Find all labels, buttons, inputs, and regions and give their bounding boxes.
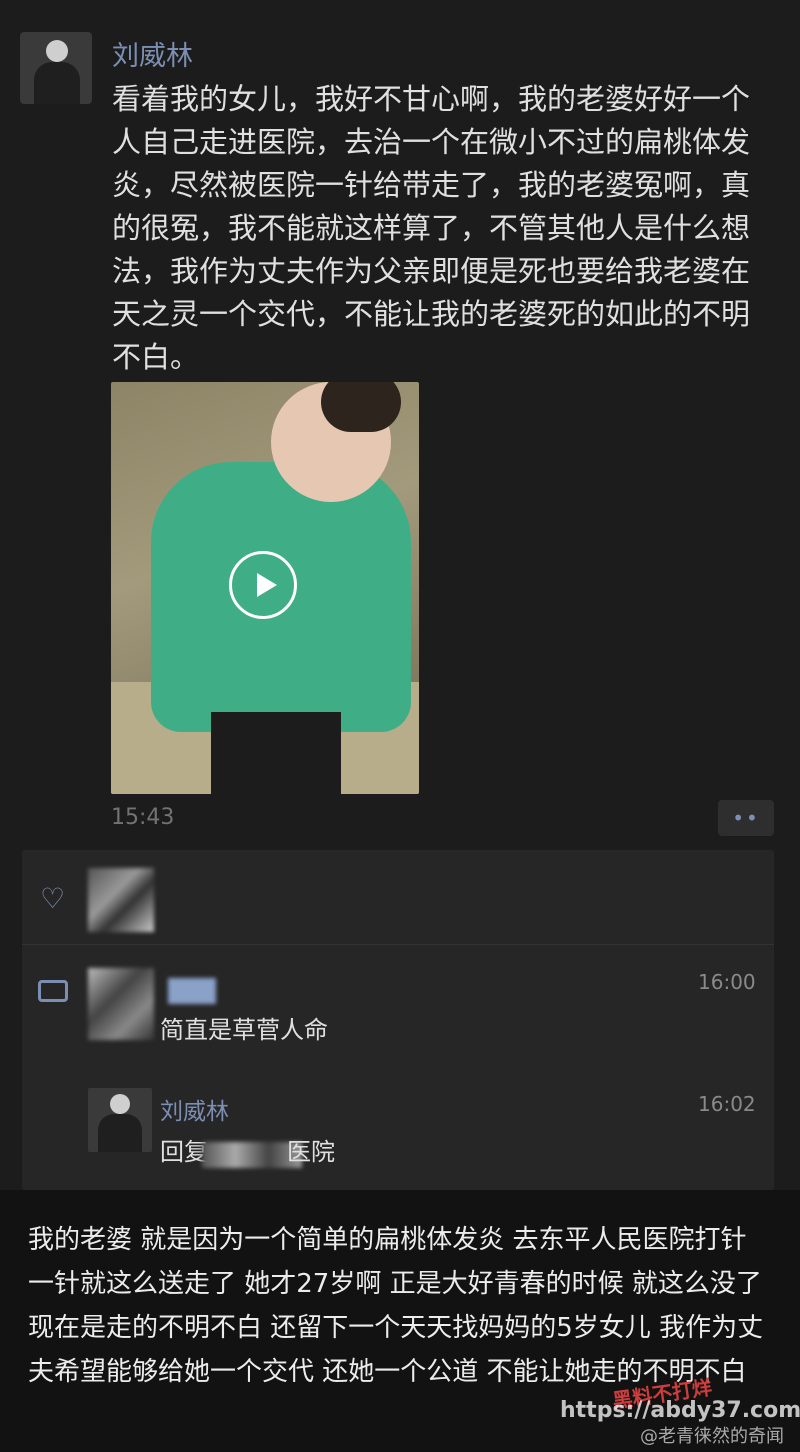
video-thumbnail[interactable]	[111, 382, 419, 794]
reply-avatar[interactable]	[88, 1088, 152, 1152]
watermark-weibo: @老青徕然的奇闻	[640, 1426, 784, 1447]
reply-text-end[interactable]: 医院	[287, 1132, 335, 1167]
feedback-panel: ♡ 16:00 简直是草菅人命 刘威林 16:02 回复 医院	[22, 850, 774, 1190]
avatar[interactable]	[20, 32, 92, 104]
reply-username[interactable]: 刘威林	[160, 1092, 229, 1126]
like-row: ♡	[22, 850, 774, 945]
liker-avatar[interactable]	[88, 868, 154, 932]
moment-card: 刘威林 看着我的女儿，我好不甘心啊，我的老婆好好一个人自己走进医院，去治一个在微…	[0, 0, 800, 1190]
play-icon[interactable]	[229, 551, 297, 619]
reply-text-start[interactable]: 回复	[160, 1132, 208, 1167]
commenter-name[interactable]	[168, 978, 216, 1004]
post-time: 15:43	[111, 805, 175, 830]
heart-icon: ♡	[40, 882, 66, 915]
reply-time: 16:02	[698, 1092, 756, 1116]
comment-time: 16:00	[698, 970, 756, 994]
post-text: 看着我的女儿，我好不甘心啊，我的老婆好好一个人自己走进医院，去治一个在微小不过的…	[112, 82, 751, 374]
comment-icon	[38, 980, 68, 1002]
comment-text[interactable]: 简直是草菅人命	[160, 1010, 328, 1045]
caption-text: 我的老婆 就是因为一个简单的扁桃体发炎 去东平人民医院打针 一针就这么送走了 她…	[28, 1225, 764, 1387]
post-username[interactable]: 刘威林	[112, 34, 193, 73]
commenter-avatar[interactable]	[88, 968, 154, 1040]
watermark-url: https://abdy37.com	[560, 1398, 800, 1423]
more-icon[interactable]: ••	[718, 800, 774, 836]
